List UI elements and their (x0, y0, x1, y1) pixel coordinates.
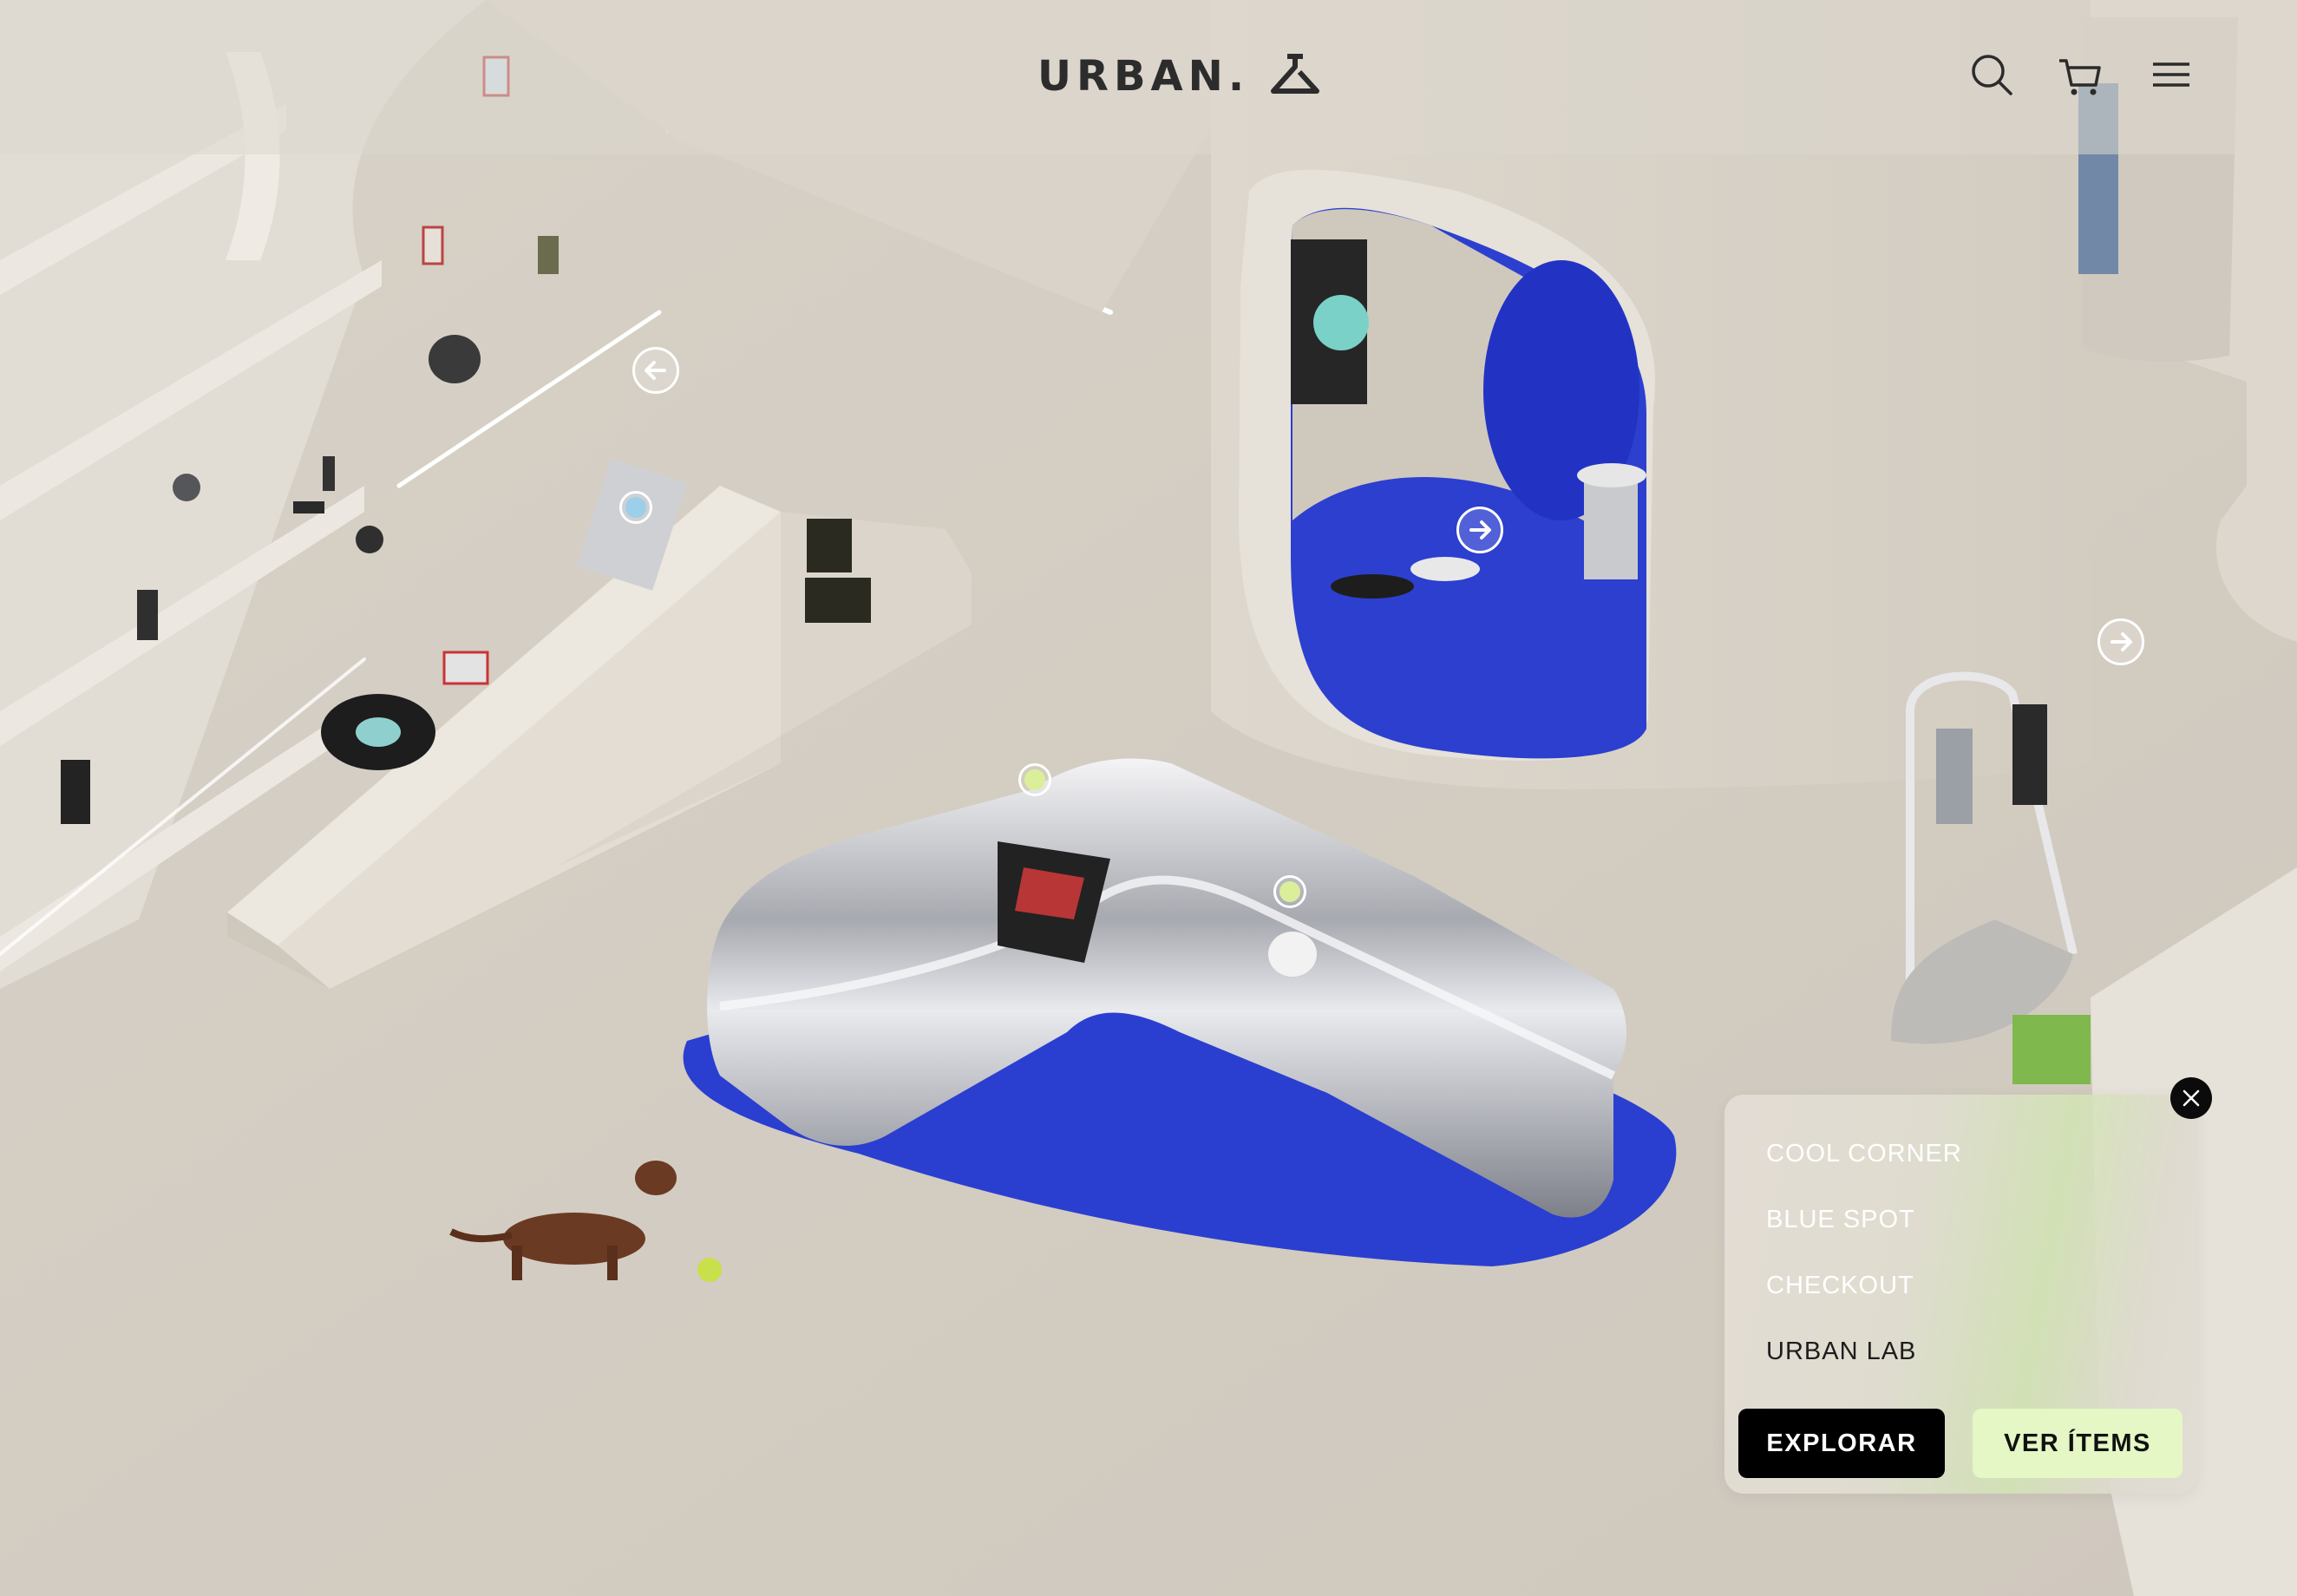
arrow-right-hotspot[interactable] (2097, 618, 2144, 665)
logo-text: URBAN. (1037, 52, 1250, 101)
product-hotspot[interactable] (1273, 875, 1306, 908)
zones-menu: COOL CORNER BLUE SPOT CHECKOUT URBAN LAB (1766, 1129, 1962, 1393)
product-hotspot-dot (625, 497, 646, 518)
explore-button[interactable]: EXPLORAR (1738, 1409, 1945, 1478)
product-hotspot[interactable] (619, 491, 652, 524)
cart-icon[interactable] (2054, 49, 2106, 101)
search-icon[interactable] (1966, 49, 2018, 101)
zone-item-urban-lab[interactable]: URBAN LAB (1766, 1327, 1962, 1393)
zone-item-checkout[interactable]: CHECKOUT (1766, 1261, 1962, 1327)
product-hotspot[interactable] (1018, 763, 1051, 796)
arrow-left-icon (645, 361, 666, 380)
brand-logo[interactable]: URBAN. (1037, 49, 1322, 104)
arrow-right-icon (2110, 632, 2132, 651)
product-hotspot-dot (1279, 881, 1300, 902)
zone-item-cool-corner[interactable]: COOL CORNER (1766, 1129, 1962, 1195)
arrow-right-icon (1469, 520, 1491, 540)
menu-icon[interactable] (2146, 49, 2198, 101)
close-icon (2182, 1089, 2200, 1107)
hanger-icon (1268, 51, 1322, 102)
arrow-right-hotspot[interactable] (1456, 507, 1503, 553)
view-items-button[interactable]: VER ÍTEMS (1973, 1409, 2182, 1478)
arrow-left-hotspot[interactable] (632, 347, 679, 394)
product-hotspot-dot (1024, 769, 1045, 790)
close-panel-button[interactable] (2170, 1077, 2212, 1119)
zone-item-blue-spot[interactable]: BLUE SPOT (1766, 1195, 1962, 1261)
